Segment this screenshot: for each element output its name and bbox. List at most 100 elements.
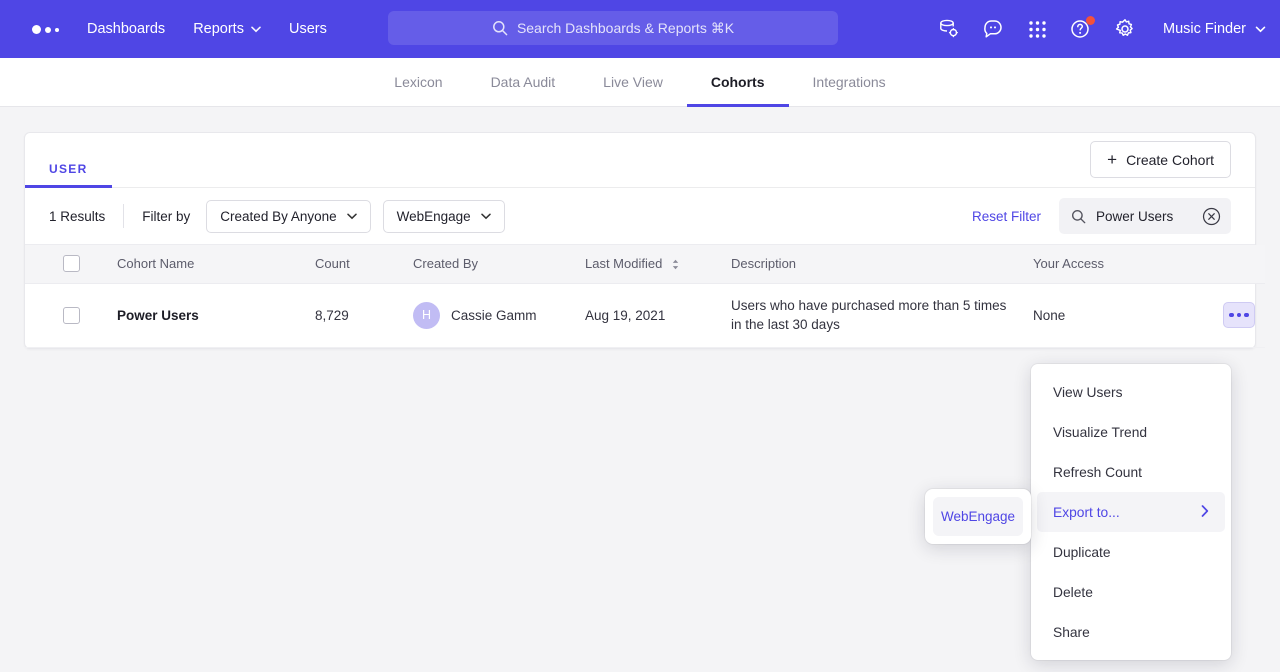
header-cohort-name[interactable]: Cohort Name bbox=[107, 245, 305, 283]
filter-webengage-dropdown[interactable]: WebEngage bbox=[383, 200, 505, 233]
header-description: Description bbox=[721, 245, 1023, 283]
chevron-down-icon bbox=[347, 213, 357, 220]
nav-link-dashboards[interactable]: Dashboards bbox=[73, 13, 179, 45]
filter-created-by-dropdown[interactable]: Created By Anyone bbox=[206, 200, 370, 233]
search-icon bbox=[1071, 209, 1086, 224]
cell-last-modified: Aug 19, 2021 bbox=[575, 283, 721, 347]
cohorts-table: Cohort Name Count Created By Last Modifi… bbox=[25, 245, 1265, 348]
header-description-label: Description bbox=[731, 256, 796, 271]
create-cohort-label: Create Cohort bbox=[1126, 152, 1214, 168]
menu-item-delete-label: Delete bbox=[1053, 585, 1093, 600]
top-nav-actions: Music Finder bbox=[937, 0, 1266, 58]
description-value: Users who have purchased more than 5 tim… bbox=[731, 298, 1006, 333]
menu-item-refresh-count[interactable]: Refresh Count bbox=[1037, 452, 1225, 492]
tab-integrations[interactable]: Integrations bbox=[789, 58, 910, 107]
notification-badge bbox=[1086, 16, 1095, 25]
menu-item-duplicate-label: Duplicate bbox=[1053, 545, 1111, 560]
nav-link-reports[interactable]: Reports bbox=[179, 13, 275, 45]
reset-filter-button[interactable]: Reset Filter bbox=[972, 209, 1041, 224]
tab-lexicon[interactable]: Lexicon bbox=[370, 58, 466, 107]
filter-created-by-label: Created By Anyone bbox=[220, 209, 336, 224]
create-cohort-button[interactable]: + Create Cohort bbox=[1090, 141, 1231, 178]
menu-item-duplicate[interactable]: Duplicate bbox=[1037, 532, 1225, 572]
nav-link-users[interactable]: Users bbox=[275, 13, 341, 45]
cohort-name-value: Power Users bbox=[117, 308, 199, 323]
section-tabs: Lexicon Data Audit Live View Cohorts Int… bbox=[0, 58, 1280, 107]
tab-live-view[interactable]: Live View bbox=[579, 58, 687, 107]
table-header: Cohort Name Count Created By Last Modifi… bbox=[25, 245, 1265, 283]
cell-created-by: H Cassie Gamm bbox=[403, 283, 575, 347]
cell-cohort-name[interactable]: Power Users bbox=[107, 283, 305, 347]
sort-icon[interactable] bbox=[671, 259, 680, 270]
more-options-icon[interactable] bbox=[1223, 302, 1255, 328]
menu-item-share[interactable]: Share bbox=[1037, 612, 1225, 652]
menu-item-view-users-label: View Users bbox=[1053, 385, 1123, 400]
tab-cohorts-label: Cohorts bbox=[711, 74, 765, 90]
avatar: H bbox=[413, 302, 440, 329]
header-your-access-label: Your Access bbox=[1033, 256, 1104, 271]
row-checkbox[interactable] bbox=[63, 307, 80, 324]
last-modified-value: Aug 19, 2021 bbox=[585, 308, 665, 323]
header-created-by[interactable]: Created By bbox=[403, 245, 575, 283]
help-circle-icon[interactable] bbox=[1069, 17, 1093, 41]
tab-live-view-label: Live View bbox=[603, 74, 663, 90]
dot bbox=[1244, 313, 1249, 318]
your-access-value: None bbox=[1033, 308, 1065, 323]
dot bbox=[1229, 313, 1234, 318]
clear-circle-icon[interactable] bbox=[1202, 207, 1221, 226]
header-created-by-label: Created By bbox=[413, 256, 478, 271]
divider bbox=[123, 204, 124, 228]
menu-item-view-users[interactable]: View Users bbox=[1037, 372, 1225, 412]
cell-count: 8,729 bbox=[305, 283, 403, 347]
tab-cohorts[interactable]: Cohorts bbox=[687, 58, 789, 107]
apps-grid-icon[interactable] bbox=[1025, 17, 1049, 41]
count-value: 8,729 bbox=[315, 308, 349, 323]
cell-description: Users who have purchased more than 5 tim… bbox=[721, 283, 1023, 347]
tab-user[interactable]: USER bbox=[49, 162, 88, 187]
chevron-down-icon bbox=[481, 213, 491, 220]
header-last-modified[interactable]: Last Modified bbox=[575, 245, 721, 283]
chevron-right-icon bbox=[1201, 505, 1209, 520]
tab-integrations-label: Integrations bbox=[813, 74, 886, 90]
export-submenu: WebEngage bbox=[925, 489, 1031, 544]
menu-item-export-to-label: Export to... bbox=[1053, 505, 1120, 520]
row-select-cell bbox=[25, 283, 107, 347]
menu-item-visualize-trend[interactable]: Visualize Trend bbox=[1037, 412, 1225, 452]
results-count: 1 Results bbox=[49, 209, 105, 224]
cohort-search-value: Power Users bbox=[1096, 209, 1192, 224]
header-count[interactable]: Count bbox=[305, 245, 403, 283]
row-context-menu: View Users Visualize Trend Refresh Count… bbox=[1031, 364, 1231, 660]
tab-data-audit[interactable]: Data Audit bbox=[467, 58, 580, 107]
tab-user-label: USER bbox=[49, 162, 88, 176]
top-navigation-bar: Dashboards Reports Users Search Dashboar… bbox=[0, 0, 1280, 58]
table-row[interactable]: Power Users 8,729 H Cassie Gamm bbox=[25, 283, 1265, 347]
submenu-item-webengage-label: WebEngage bbox=[941, 509, 1015, 524]
filter-webengage-label: WebEngage bbox=[397, 209, 471, 224]
header-your-access: Your Access bbox=[1023, 245, 1205, 283]
menu-item-visualize-trend-label: Visualize Trend bbox=[1053, 425, 1147, 440]
select-all-checkbox[interactable] bbox=[63, 255, 80, 272]
nav-link-dashboards-label: Dashboards bbox=[87, 21, 165, 37]
menu-item-export-to[interactable]: Export to... bbox=[1037, 492, 1225, 532]
avatar-initial: H bbox=[422, 308, 431, 322]
global-search-input[interactable]: Search Dashboards & Reports ⌘K bbox=[388, 11, 838, 45]
plus-icon: + bbox=[1107, 151, 1117, 168]
cohorts-card: USER + Create Cohort 1 Results Filter by… bbox=[24, 132, 1256, 349]
account-menu[interactable]: Music Finder bbox=[1163, 21, 1266, 37]
filter-bar: 1 Results Filter by Created By Anyone We… bbox=[25, 188, 1255, 245]
menu-item-delete[interactable]: Delete bbox=[1037, 572, 1225, 612]
header-count-label: Count bbox=[315, 256, 350, 271]
header-select-all bbox=[25, 245, 107, 283]
header-actions bbox=[1205, 245, 1265, 283]
data-management-icon[interactable] bbox=[937, 17, 961, 41]
cohort-search-input[interactable]: Power Users bbox=[1059, 198, 1231, 234]
header-last-modified-label: Last Modified bbox=[585, 256, 662, 271]
filter-by-label: Filter by bbox=[142, 209, 190, 224]
chat-bubble-icon[interactable] bbox=[981, 17, 1005, 41]
cohorts-table-wrapper: Cohort Name Count Created By Last Modifi… bbox=[25, 245, 1255, 348]
gear-icon[interactable] bbox=[1113, 17, 1137, 41]
created-by-value: Cassie Gamm bbox=[451, 308, 537, 323]
three-dot-logo[interactable] bbox=[32, 25, 59, 34]
table-body: Power Users 8,729 H Cassie Gamm bbox=[25, 283, 1265, 347]
submenu-item-webengage[interactable]: WebEngage bbox=[933, 497, 1023, 536]
